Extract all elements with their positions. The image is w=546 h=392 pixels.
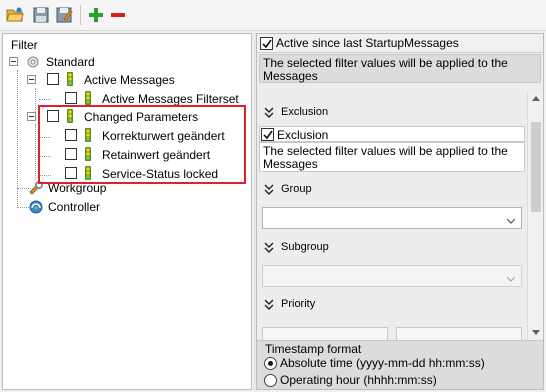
scrollbar-thumb[interactable] <box>531 122 541 212</box>
exclusion-row: Exclusion <box>259 126 525 142</box>
operating-hour-label: Operating hour (hhhh:mm:ss) <box>280 373 437 387</box>
exclusion-checkbox-label: Exclusion <box>277 128 329 142</box>
vertical-scrollbar[interactable] <box>527 92 543 340</box>
active-messages-filterset-checkbox[interactable] <box>65 92 77 104</box>
filter-settings-panel: Active since last StartupMessages The se… <box>256 33 544 390</box>
controller-icon <box>28 199 43 215</box>
exclusion-info-text: The selected filter values will be appli… <box>259 142 525 172</box>
active-since-label: Active since last StartupMessages <box>276 36 459 50</box>
priority-from-field[interactable] <box>262 327 388 340</box>
operating-hour-radio[interactable] <box>264 374 277 387</box>
save-icon[interactable] <box>32 6 50 24</box>
exclusion-checkbox[interactable] <box>261 128 274 141</box>
group-section-title: Group <box>281 183 312 195</box>
save-as-icon[interactable] <box>55 6 73 24</box>
active-since-checkbox[interactable] <box>260 37 273 50</box>
expand-changed-parameters-toggle[interactable] <box>27 112 36 121</box>
chevron-down-icon <box>264 184 274 196</box>
filter-tree-panel: Filter Standard Active Messages Active M… <box>2 33 252 390</box>
group-section-header[interactable]: Group <box>257 179 527 201</box>
filter-info-text: The selected filter values will be appli… <box>259 54 541 83</box>
priority-section-header[interactable]: Priority <box>257 294 527 316</box>
expand-standard-toggle[interactable] <box>9 57 18 66</box>
subgroup-dropdown[interactable] <box>262 265 522 287</box>
scroll-up-arrow-icon[interactable] <box>532 96 540 101</box>
add-icon[interactable] <box>87 6 105 24</box>
timestamp-format-title: Timestamp format <box>265 342 362 356</box>
exclusion-section-header[interactable]: Exclusion <box>257 102 527 124</box>
group-dropdown[interactable] <box>262 207 522 229</box>
absolute-time-radio[interactable] <box>264 357 277 370</box>
remove-icon[interactable] <box>109 6 127 24</box>
expand-active-messages-toggle[interactable] <box>27 75 36 84</box>
timestamp-format-group: Timestamp format Absolute time (yyyy-mm-… <box>257 340 543 389</box>
toolbar <box>0 0 546 31</box>
tree-node-controller[interactable]: Controller <box>48 200 100 214</box>
priority-to-field[interactable] <box>396 327 522 340</box>
traffic-light-icon <box>83 90 97 106</box>
priority-section-title: Priority <box>281 298 316 310</box>
dropdown-arrow-icon <box>506 272 516 282</box>
filter-root-icon <box>26 54 40 70</box>
active-since-row: Active since last StartupMessages <box>257 34 543 53</box>
active-messages-checkbox[interactable] <box>47 73 59 85</box>
absolute-time-label: Absolute time (yyyy-mm-dd hh:mm:ss) <box>280 356 485 370</box>
highlight-annotation <box>38 105 246 184</box>
traffic-light-icon <box>65 71 79 87</box>
exclusion-section-title: Exclusion <box>281 106 329 118</box>
filter-panel-title: Filter <box>11 38 38 52</box>
chevron-down-icon <box>264 107 274 119</box>
tree-node-active-messages[interactable]: Active Messages <box>84 73 175 87</box>
tree-node-standard[interactable]: Standard <box>46 55 95 69</box>
chevron-down-icon <box>264 299 274 311</box>
tree-node-active-messages-filterset[interactable]: Active Messages Filterset <box>102 92 239 106</box>
subgroup-section-title: Subgroup <box>281 241 329 253</box>
scroll-down-arrow-icon[interactable] <box>532 330 540 335</box>
chevron-down-icon <box>264 242 274 254</box>
subgroup-section-header[interactable]: Subgroup <box>257 237 527 259</box>
open-folder-icon[interactable] <box>6 6 24 24</box>
filter-sections-scroll-area: Exclusion Exclusion The selected filter … <box>257 92 527 340</box>
dropdown-arrow-icon <box>506 214 516 224</box>
toolbar-separator <box>80 5 81 25</box>
